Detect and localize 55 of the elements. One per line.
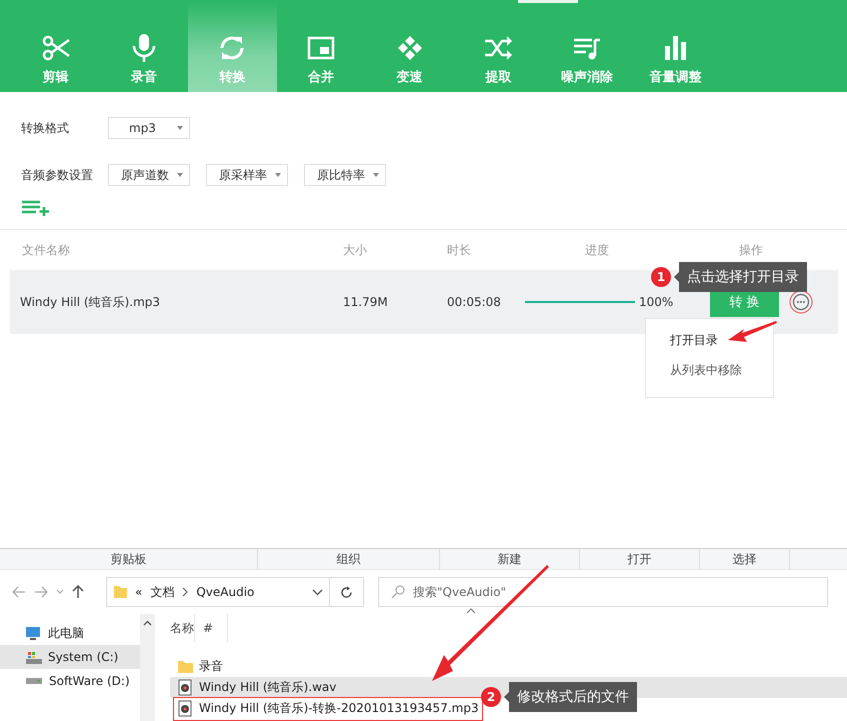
column-header: 操作 [738, 242, 764, 258]
refresh-icon [340, 586, 353, 598]
file-item[interactable]: 录音 [174, 658, 226, 675]
add-list-icon [22, 200, 50, 216]
search-field[interactable]: 搜索"QveAudio" [378, 577, 828, 607]
column-header: 大小 [343, 242, 368, 258]
nav-item[interactable]: SoftWare (D:) [0, 669, 140, 693]
column-header: 进度 [585, 242, 610, 258]
nav-item[interactable]: System (C:) [0, 645, 140, 669]
folder-icon [177, 658, 193, 675]
dropdown-icon [56, 589, 64, 595]
audio-file-icon [177, 700, 193, 717]
file-item[interactable]: Windy Hill (纯音乐)-转换-20201013193457.mp3 [174, 698, 482, 720]
step-badge: 1 [651, 267, 671, 287]
progress-percent: 100% [639, 295, 674, 309]
file-duration: 00:05:08 [447, 295, 502, 309]
sort-icon [466, 608, 476, 614]
nav-item[interactable]: 此电脑 [0, 621, 140, 645]
dropdown-icon [312, 588, 323, 596]
setting-label: 音频参数设置 [21, 166, 94, 184]
address-bar[interactable]: « 文档 QveAudio [106, 577, 330, 607]
drive-icon [25, 650, 43, 664]
audio-file-icon [177, 679, 193, 696]
callout-tooltip: 修改格式后的文件 [504, 682, 637, 712]
ribbon-group-label: 打开 [580, 549, 700, 569]
refresh-button[interactable] [330, 577, 364, 607]
chevron-icon [182, 587, 188, 597]
back-icon [12, 586, 26, 598]
column-header[interactable]: # [195, 621, 227, 635]
folder-icon [113, 584, 127, 600]
pointer-arrow [728, 321, 777, 342]
ribbon-group-label: 选择 [700, 549, 790, 569]
column-header: 时长 [447, 242, 472, 258]
setting-label: 转换格式 [21, 120, 70, 136]
search-icon [391, 585, 405, 599]
forward-icon [34, 586, 48, 598]
menu-item[interactable]: 打开目录 [646, 325, 773, 355]
monitor-icon [25, 626, 43, 640]
more-icon[interactable] [789, 290, 813, 314]
format-dropdown[interactable]: mp3 [108, 117, 190, 139]
scroll-up-icon [143, 620, 152, 626]
ribbon-group-label: 剪贴板 [0, 549, 258, 569]
menu-item[interactable]: 从列表中移除 [646, 355, 773, 385]
audio-dropdown[interactable]: 原采样率 [206, 164, 288, 186]
audio-dropdown[interactable]: 原比特率 [304, 164, 386, 186]
up-arrow-icon [72, 585, 84, 599]
column-header: 文件名称 [22, 242, 71, 258]
file-item[interactable]: Windy Hill (纯音乐).wav [174, 679, 340, 696]
callout-tooltip: 点击选择打开目录 [674, 262, 807, 292]
file-name: Windy Hill (纯音乐).mp3 [20, 294, 162, 310]
audio-dropdown[interactable]: 原声道数 [108, 164, 190, 186]
column-header[interactable]: 名称 [170, 620, 194, 636]
drive-icon [26, 678, 42, 684]
file-size: 11.79M [343, 295, 389, 309]
ribbon-group-label: 组织 [258, 549, 440, 569]
